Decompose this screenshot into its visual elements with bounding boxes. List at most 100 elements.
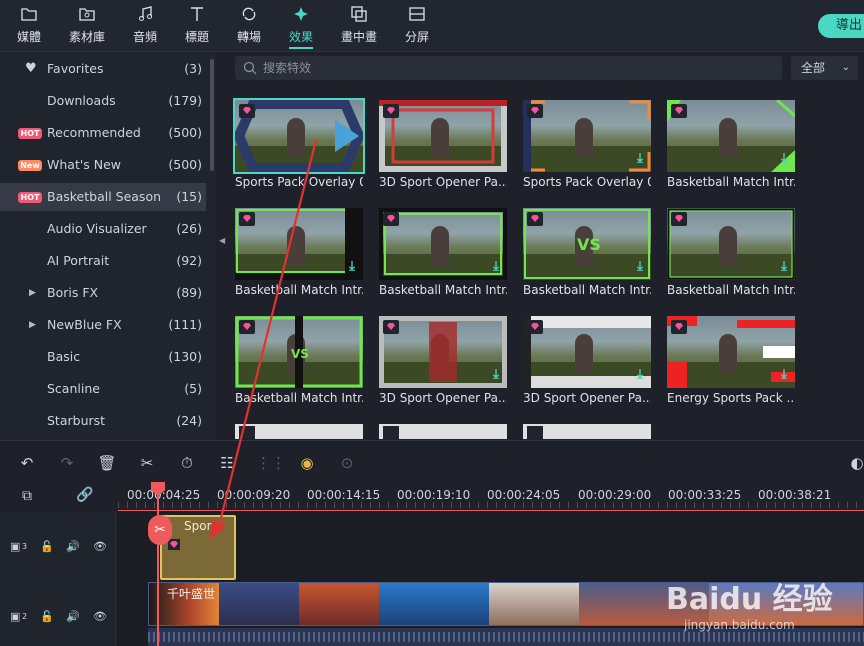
premium-gem-icon xyxy=(671,212,687,226)
effect-card[interactable]: ⤓ Basketball Match Intr... xyxy=(379,208,507,297)
sidebar-item-favorites[interactable]: ♥ Favorites (3) xyxy=(0,55,206,83)
effect-title: Sports Pack Overlay 01 xyxy=(523,175,651,189)
effect-thumbnail[interactable]: VS ⤓ xyxy=(523,208,651,280)
effect-card-partial[interactable] xyxy=(379,424,507,439)
speed-timer-icon[interactable]: ⏱ xyxy=(176,452,198,474)
sidebar-scrollbar[interactable] xyxy=(210,59,214,171)
expand-triangle-icon[interactable]: ▶ xyxy=(29,279,36,307)
collapse-sidebar-icon[interactable]: ◀ xyxy=(219,236,229,252)
sidebar-item-label: Basketball Season xyxy=(47,189,162,204)
delete-icon[interactable]: 🗑 xyxy=(96,452,118,474)
download-icon[interactable]: ⤓ xyxy=(778,368,790,382)
lock-icon[interactable]: 🔓 xyxy=(40,610,54,623)
effect-card[interactable]: VS Basketball Match Intr... xyxy=(235,316,363,405)
tab-label: 媒體 xyxy=(16,30,41,44)
download-icon[interactable]: ⤓ xyxy=(490,260,502,274)
effect-thumbnail[interactable]: ⤓ xyxy=(379,316,507,388)
sidebar-item-audio-visualizer[interactable]: Audio Visualizer (26) xyxy=(0,215,206,243)
category-filter-dropdown[interactable]: 全部 ⌄ xyxy=(791,56,858,80)
effect-card[interactable]: ⤓ Basketball Match Intr... xyxy=(667,100,795,189)
audio-wave-icon[interactable]: ⋮⋮ xyxy=(256,452,286,474)
track-header-3: ▣ 3 🔓 🔊 👁 xyxy=(0,512,116,582)
sidebar-item-starburst[interactable]: Starburst (24) xyxy=(0,407,206,435)
search-input[interactable] xyxy=(263,58,763,78)
heart-icon: ♥ xyxy=(25,61,37,76)
download-icon[interactable]: ⤓ xyxy=(634,368,646,382)
download-icon[interactable]: ⤓ xyxy=(634,260,646,274)
cut-icon[interactable]: ✂ xyxy=(136,452,158,474)
effect-thumbnail[interactable] xyxy=(379,100,507,172)
effects-search-box[interactable] xyxy=(235,56,782,80)
effect-thumbnail[interactable]: ⤓ xyxy=(523,100,651,172)
split-scissors-icon[interactable]: ✂ xyxy=(148,515,172,545)
effect-card[interactable]: ⤓ Basketball Match Intr... xyxy=(667,208,795,297)
track-number: 3 xyxy=(22,542,28,551)
effect-thumbnail[interactable]: ⤓ xyxy=(523,316,651,388)
sidebar-item-ai-portrait[interactable]: AI Portrait (92) xyxy=(0,247,206,275)
watermark-brand: Baidu 经验 xyxy=(666,582,833,617)
speaker-icon[interactable]: 🔊 xyxy=(66,610,80,623)
speaker-icon[interactable]: 🔊 xyxy=(66,540,80,553)
premium-gem-icon xyxy=(239,104,255,118)
tab-label: 畫中畫 xyxy=(340,30,377,44)
effect-card-partial[interactable] xyxy=(523,424,651,439)
effect-card[interactable]: ⤓ 3D Sport Opener Pa... xyxy=(523,316,651,405)
tab-effects[interactable]: 效果 xyxy=(277,4,325,49)
undo-icon[interactable]: ↶ xyxy=(16,452,38,474)
download-icon[interactable]: ⤓ xyxy=(778,260,790,274)
lock-icon[interactable]: 🔓 xyxy=(40,540,54,553)
tab-label: 分屏 xyxy=(404,30,429,44)
sidebar-item-whats-new[interactable]: New What's New (500) xyxy=(0,151,206,179)
sidebar-item-basketball-season[interactable]: HOT Basketball Season (15) xyxy=(0,183,206,211)
effect-thumbnail[interactable]: ⤓ xyxy=(667,100,795,172)
ruler-timecode: 00:00:29:00 xyxy=(578,488,652,502)
effect-thumbnail[interactable]: ⤓ xyxy=(667,208,795,280)
redo-icon[interactable]: ↷ xyxy=(56,452,78,474)
tab-media[interactable]: 媒體 xyxy=(5,4,53,48)
effect-thumbnail[interactable]: VS xyxy=(235,316,363,388)
link-icon[interactable]: 🔗 xyxy=(76,487,93,503)
tab-audio[interactable]: 音頻 xyxy=(121,4,169,48)
clip-frame xyxy=(219,583,299,625)
download-icon[interactable]: ⤓ xyxy=(490,368,502,382)
playhead[interactable] xyxy=(151,482,165,646)
download-icon[interactable]: ⤓ xyxy=(634,152,646,166)
tab-transitions[interactable]: 轉場 xyxy=(225,4,273,48)
eye-icon[interactable]: 👁 xyxy=(93,540,107,553)
export-button[interactable]: 導出 xyxy=(818,14,864,38)
effect-thumbnail[interactable]: ⤓ xyxy=(379,208,507,280)
tab-titles[interactable]: 標題 xyxy=(173,4,221,48)
render-preview-icon[interactable]: ◐ xyxy=(846,452,864,474)
effect-card[interactable]: ⤓ 3D Sport Opener Pa... xyxy=(379,316,507,405)
add-track-icon[interactable]: ⧉ xyxy=(22,488,32,504)
sidebar-item-boris-fx[interactable]: ▶ Boris FX (89) xyxy=(0,279,206,307)
effect-card[interactable]: ⤓ Sports Pack Overlay 01 xyxy=(523,100,651,189)
expand-triangle-icon[interactable]: ▶ xyxy=(29,311,36,339)
effect-title: Sports Pack Overlay 02 xyxy=(235,175,363,189)
effect-card[interactable]: Sports Pack Overlay 02 xyxy=(233,98,365,189)
eye-icon[interactable]: 👁 xyxy=(93,610,107,623)
ruler-timecode: 00:00:09:20 xyxy=(217,488,291,502)
download-icon[interactable]: ⤓ xyxy=(778,152,790,166)
audio-detect-icon[interactable]: ◉ xyxy=(296,452,318,474)
effect-thumbnail[interactable] xyxy=(233,98,365,174)
effect-card[interactable]: 3D Sport Opener Pa... xyxy=(379,100,507,189)
sidebar-item-downloads[interactable]: Downloads (179) xyxy=(0,87,206,115)
tab-pip[interactable]: 畫中畫 xyxy=(335,4,383,48)
download-icon[interactable]: ⤓ xyxy=(346,260,358,274)
adjust-icon[interactable]: ☷ xyxy=(216,452,238,474)
sidebar-item-recommended[interactable]: HOT Recommended (500) xyxy=(0,119,206,147)
sidebar-item-basic[interactable]: Basic (130) xyxy=(0,343,206,371)
tab-split-screen[interactable]: 分屏 xyxy=(393,4,441,48)
effect-thumbnail[interactable]: ⤓ xyxy=(235,208,363,280)
effect-card[interactable]: VS ⤓ Basketball Match Intr... xyxy=(523,208,651,297)
effect-thumbnail[interactable]: ⤓ xyxy=(667,316,795,388)
ruler-timecode: 00:00:14:15 xyxy=(307,488,381,502)
sidebar-item-scanline[interactable]: Scanline (5) xyxy=(0,375,206,403)
auto-sync-icon[interactable]: ⊙ xyxy=(336,452,358,474)
tab-stock-library[interactable]: 素材庫 xyxy=(63,4,111,48)
effect-card[interactable]: ⤓ Energy Sports Pack ... xyxy=(667,316,795,405)
effect-card-partial[interactable] xyxy=(235,424,363,439)
sidebar-item-newblue-fx[interactable]: ▶ NewBlue FX (111) xyxy=(0,311,206,339)
effect-card[interactable]: ⤓ Basketball Match Intr... xyxy=(235,208,363,297)
